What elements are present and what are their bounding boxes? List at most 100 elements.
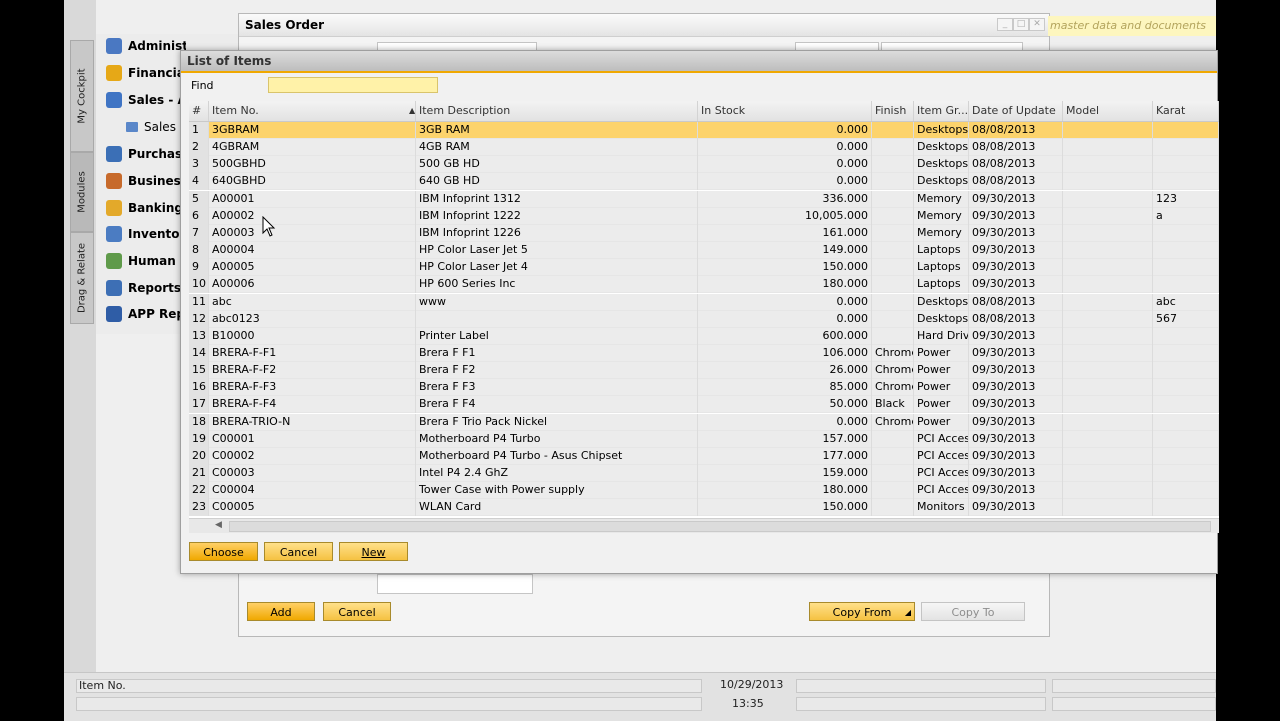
module-item-inventory[interactable]: Inventory [106,222,186,246]
tab-modules[interactable]: Modules [70,152,94,232]
table-row[interactable]: 12 abc0123 0.000 Desktops 08/08/2013 567 [189,310,1219,328]
column-header-model[interactable]: Model [1063,101,1153,121]
cancel-button[interactable]: Cancel [323,602,391,621]
column-header-item-group[interactable]: Item Gr... [914,101,969,121]
copy-from-button[interactable]: Copy From ◢ [809,602,915,621]
cell-finish [872,259,914,277]
cell-item-no: A00005 [209,259,416,277]
cell-finish: Chrome [872,344,914,362]
module-item-sales-a-r[interactable]: Sales - A/R [106,88,186,112]
table-row[interactable]: 2 4GBRAM 4GB RAM 0.000 Desktops 08/08/2013 [189,139,1219,157]
cell-item-group: Laptops [914,276,969,294]
table-row[interactable]: 5 A00001 IBM Infoprint 1312 336.000 Memory 09… [189,190,1219,208]
sales-icon [106,92,122,108]
table-row[interactable]: 21C00003Intel P4 2.4 GhZ159.000 PCI Acces… [189,465,1219,482]
find-input[interactable] [268,77,438,93]
add-button[interactable]: Add [247,602,315,621]
table-row[interactable]: 22 C00004 Tower Case with Power supply 180.… [189,482,1219,500]
tab-my-cockpit[interactable]: My Cockpit [70,40,94,152]
table-row[interactable]: 7 A00003 IBM Infoprint 1226 161.000 Memory 09… [189,224,1219,242]
cell-item-group: Power [914,379,969,397]
cell-item-group: PCI Access [914,482,969,500]
table-row[interactable]: 18 BRERA-TRIO-N Brera F Trio Pack Nickel 0.… [189,413,1219,431]
column-header-item-no[interactable]: Item No. [209,101,416,121]
cell-row-number: 7 [189,224,209,242]
cell-date-of-update: 08/08/2013 [969,310,1063,328]
cell-in-stock: 157.000 [698,430,872,448]
minimize-icon[interactable]: _ [997,18,1013,31]
administration-icon [106,38,122,54]
table-row[interactable]: 23 C00005 WLAN Card 150.000 Monitors 09/30/20… [189,499,1219,517]
table-row[interactable]: 8 A00004 HP Color Laser Jet 5 149.000 Laptop… [189,242,1219,260]
table-row[interactable]: 17 BRERA-F-F4 Brera F F4 50.000 Black Power 09… [189,396,1219,414]
dialog-cancel-button[interactable]: Cancel [264,542,333,561]
cell-in-stock: 0.000 [698,310,872,328]
table-row[interactable]: 15 BRERA-F-F2 Brera F F2 26.000 Chrome Power 0… [189,362,1219,380]
cell-karat [1153,362,1219,380]
cell-in-stock: 0.000 [698,293,872,311]
table-row[interactable]: 13B10000Printer Label600.000 Hard Drive09… [189,327,1219,345]
scroll-left-icon[interactable]: ◀ [215,520,222,530]
column-header-row-number[interactable]: # [189,101,209,121]
module-item-financials[interactable]: Financials [106,61,186,85]
cell-item-no: BRERA-F-F2 [209,362,416,380]
table-row[interactable]: 16 BRERA-F-F3 Brera F F3 85.000 Chrome Power 0… [189,379,1219,397]
module-item-purchasing[interactable]: Purchasing [106,142,186,166]
table-row[interactable]: 19 C00001 Motherboard P4 Turbo 157.000 PCI A… [189,430,1219,448]
choose-button[interactable]: Choose [189,542,258,561]
close-icon[interactable]: ✕ [1029,18,1045,31]
table-row[interactable]: 11 abc www 0.000 Desktops 08/08/2013 abc [189,293,1219,311]
horizontal-scrollbar[interactable]: ◀ [189,518,1219,533]
cell-finish: Black [872,396,914,414]
module-item-business-partners[interactable]: Business Partners [106,169,186,193]
cell-item-no: BRERA-TRIO-N [209,413,416,431]
new-button[interactable]: New [339,542,408,561]
table-row[interactable]: 9 A00005 HP Color Laser Jet 4 150.000 Laptop… [189,259,1219,277]
module-item-sales[interactable]: Sales [126,115,182,139]
cell-karat: a [1153,207,1219,225]
cell-date-of-update: 09/30/2013 [969,465,1063,482]
maximize-icon[interactable]: □ [1013,18,1029,31]
table-row[interactable]: 10 A00006 HP 600 Series Inc 180.000 Laptops 0… [189,276,1219,294]
column-header-finish[interactable]: Finish [872,101,914,121]
cell-karat [1153,259,1219,277]
cell-item-description: IBM Infoprint 1226 [416,224,698,242]
cell-item-description: Printer Label [416,327,698,345]
cell-row-number: 10 [189,276,209,294]
sort-ascending-icon: ▲ [409,106,416,115]
cell-item-group: Laptops [914,242,969,260]
tab-drag-relate[interactable]: Drag & Relate [70,232,94,324]
module-item-human-resources[interactable]: Human Resources [106,249,186,273]
cell-date-of-update: 09/30/2013 [969,259,1063,277]
cell-date-of-update: 09/30/2013 [969,344,1063,362]
column-header-in-stock[interactable]: In Stock [698,101,872,121]
table-row[interactable]: 1 3GBRAM 3GB RAM 0.000 Desktops 08/08/2013 [189,122,1219,139]
cell-karat [1153,413,1219,431]
module-item-banking[interactable]: Banking [106,196,186,220]
cell-date-of-update: 08/08/2013 [969,293,1063,311]
cell-model [1063,465,1153,482]
cell-finish [872,139,914,157]
sales-order-title: Sales Order [245,18,325,32]
module-label: Business Partners [128,174,186,188]
module-item-app-reports[interactable]: APP Reports [106,302,186,326]
table-row[interactable]: 14 BRERA-F-F1 Brera F F1 106.000 Chrome Power… [189,344,1219,362]
cell-date-of-update: 08/08/2013 [969,122,1063,139]
table-row[interactable]: 20 C00002 Motherboard P4 Turbo - Asus Chip… [189,447,1219,465]
cell-row-number: 13 [189,327,209,345]
financials-icon [106,65,122,81]
remarks-field[interactable] [377,574,533,594]
column-header-item-description[interactable]: Item Description [416,101,698,121]
mouse-cursor-icon [262,216,276,237]
scroll-thumb[interactable] [229,521,1211,532]
column-header-date-of-update[interactable]: Date of Update [969,101,1063,121]
module-item-administration[interactable]: Administration [106,34,186,58]
table-row[interactable]: 6 A00002 IBM Infoprint 1222 10,005.000 Memor… [189,207,1219,225]
cell-date-of-update: 08/08/2013 [969,156,1063,174]
table-row[interactable]: 4 640GBHD 640 GB HD 0.000 Desktops 08/08/2013 [189,173,1219,191]
table-row[interactable]: 3 500GBHD 500 GB HD 0.000 Desktops 08/08/2013 [189,156,1219,174]
copy-to-button[interactable]: Copy To [921,602,1025,621]
module-item-reports[interactable]: Reports [106,276,186,300]
cell-karat: 567 [1153,310,1219,328]
column-header-karat[interactable]: Karat [1153,101,1219,121]
